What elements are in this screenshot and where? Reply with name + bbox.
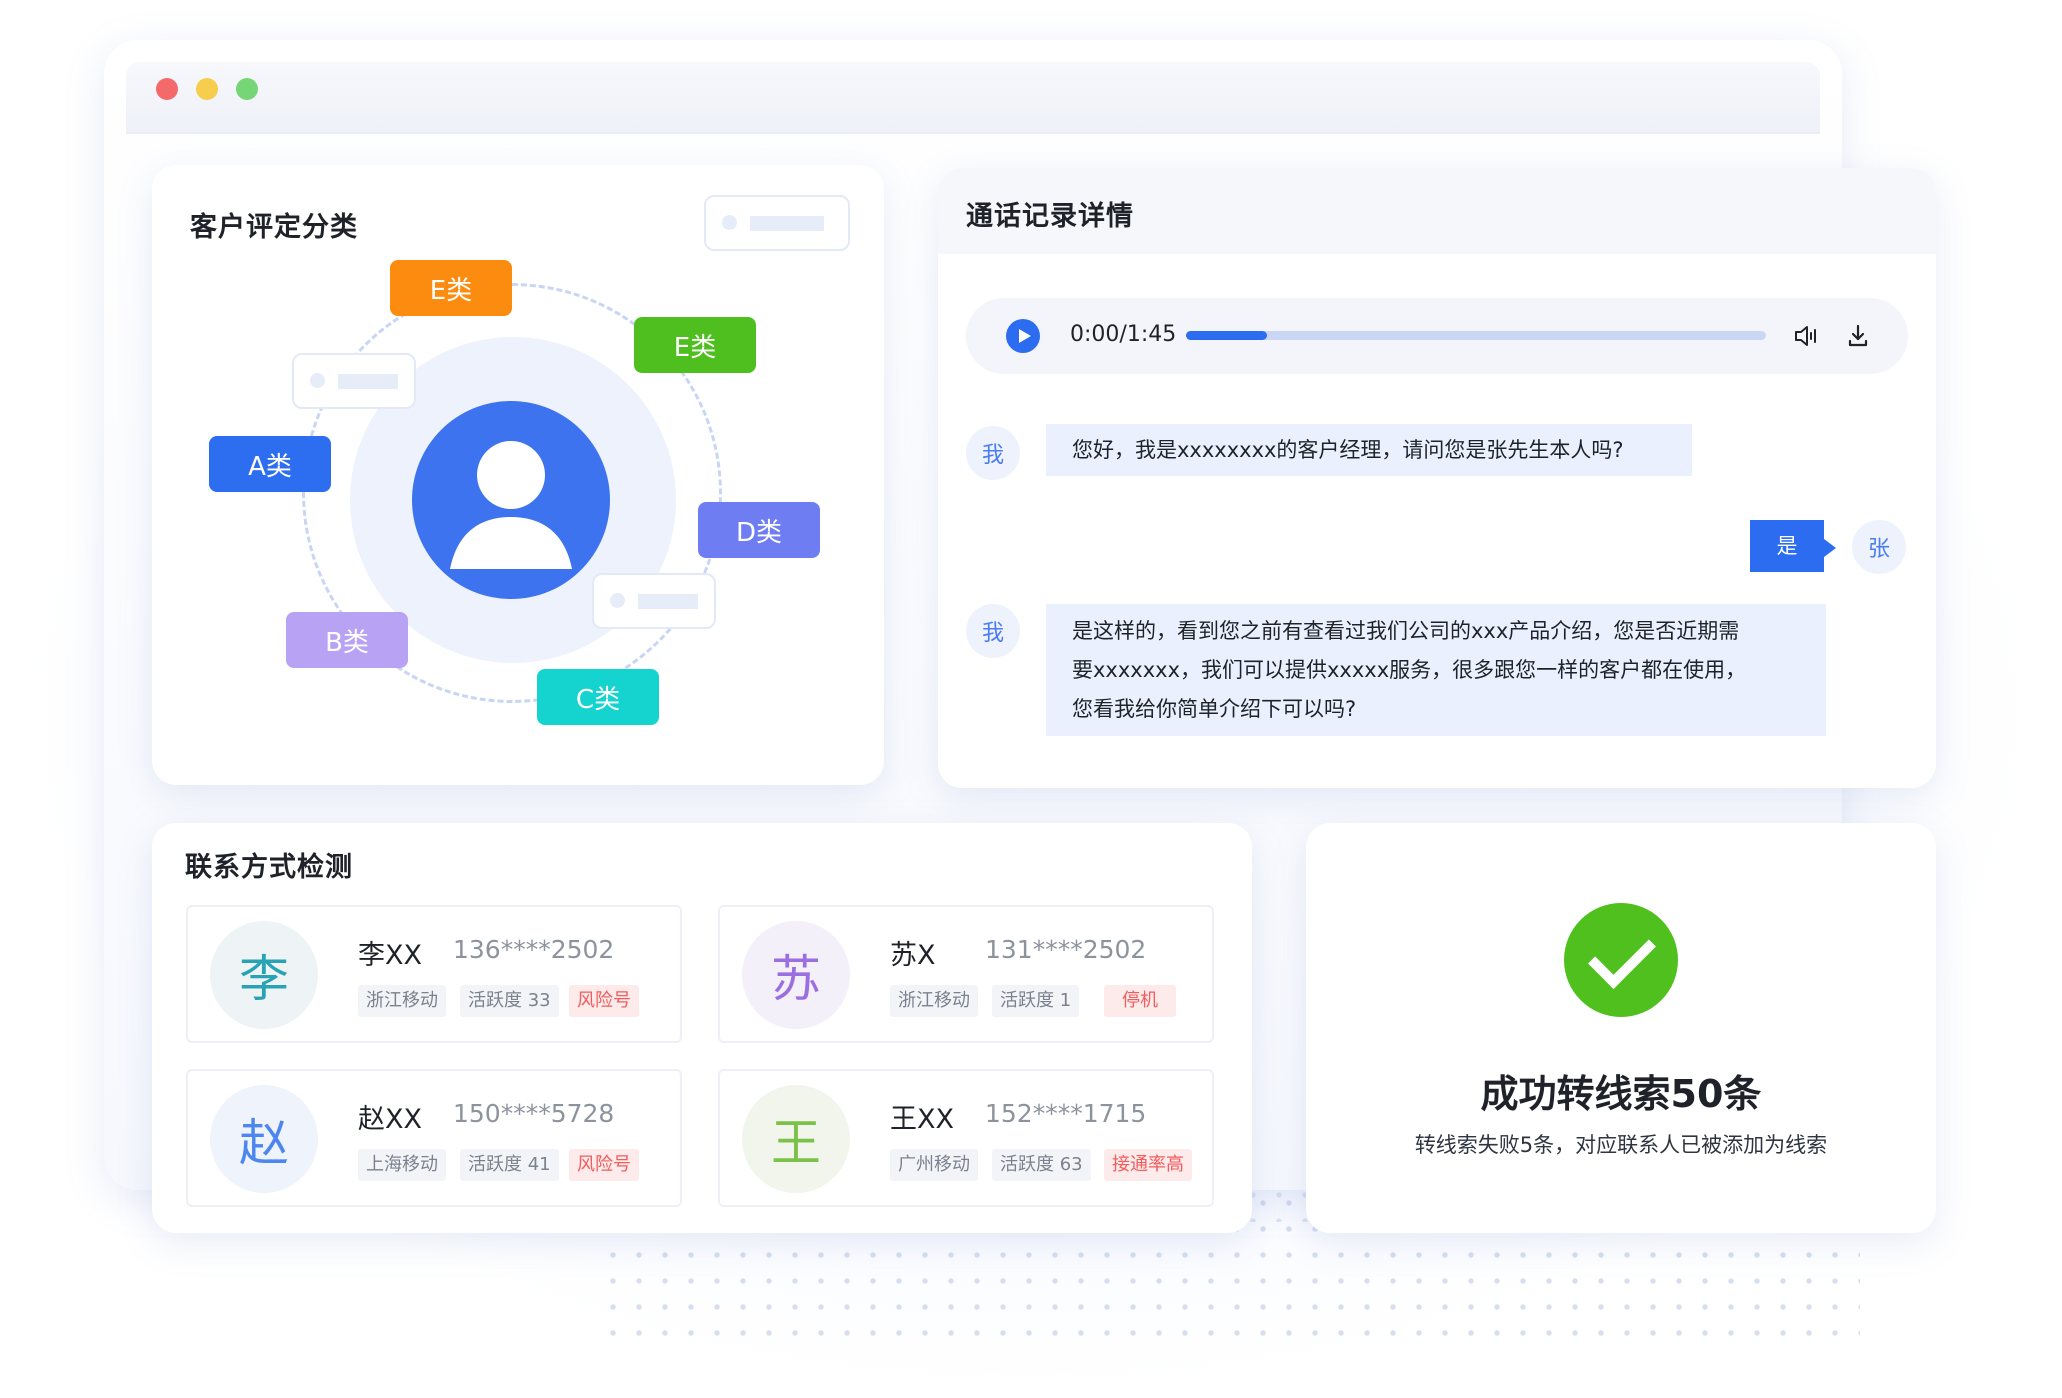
volume-icon[interactable] xyxy=(1792,322,1820,350)
placeholder-chip xyxy=(292,353,416,409)
activity-tag: 活跃度 1 xyxy=(992,985,1080,1017)
contact-avatar: 赵 xyxy=(210,1085,318,1193)
audio-player: 0:00/1:45 xyxy=(966,298,1908,374)
carrier-tag: 广州移动 xyxy=(890,1149,978,1181)
placeholder-chip xyxy=(592,573,716,629)
window-titlebar xyxy=(126,62,1820,134)
activity-tag: 活跃度 41 xyxy=(460,1149,559,1181)
check-circle-icon xyxy=(1564,903,1678,1017)
risk-tag: 风险号 xyxy=(569,1149,639,1181)
call-title: 通话记录详情 xyxy=(966,201,1134,232)
window-minimize-button[interactable] xyxy=(196,78,218,100)
carrier-tag: 上海移动 xyxy=(358,1149,446,1181)
window-close-button[interactable] xyxy=(156,78,178,100)
contact-phone: 136****2502 xyxy=(453,935,615,964)
classify-title: 客户评定分类 xyxy=(190,212,358,243)
contact-name: 王XX xyxy=(890,1104,954,1135)
contact-name: 赵XX xyxy=(358,1104,422,1135)
contact-avatar: 王 xyxy=(742,1085,850,1193)
speaker-avatar-me: 我 xyxy=(966,604,1020,658)
class-badge-a[interactable]: A类 xyxy=(209,436,331,492)
chat-message: 是这样的，看到您之前有查看过我们公司的xxx产品介绍，您是否近期需 要xxxxx… xyxy=(1046,604,1826,736)
call-record-card: 通话记录详情 0:00/1:45 我 您好，我是xxxxxxxx的客户经理，请问… xyxy=(938,168,1936,788)
class-badge-e[interactable]: E类 xyxy=(634,317,756,373)
placeholder-chip xyxy=(704,195,850,251)
contact-avatar: 李 xyxy=(210,921,318,1029)
contact-name: 苏X xyxy=(890,940,936,971)
download-icon[interactable] xyxy=(1844,322,1872,350)
contact-avatar: 苏 xyxy=(742,921,850,1029)
conversion-title: 成功转线索50条 xyxy=(1480,1072,1762,1116)
lead-conversion-card: 成功转线索50条 转线索失败5条，对应联系人已被添加为线索 xyxy=(1306,823,1936,1233)
customer-classification-card: 客户评定分类 E类 E类 A类 D类 B类 C类 xyxy=(152,165,884,785)
contact-item[interactable]: 赵 赵XX 150****5728 上海移动 活跃度 41 风险号 xyxy=(186,1069,682,1207)
contact-item[interactable]: 苏 苏X 131****2502 浙江移动 活跃度 1 停机 xyxy=(718,905,1214,1043)
chat-message-line: 是这样的，看到您之前有查看过我们公司的xxx产品介绍，您是否近期需 xyxy=(1072,619,1740,643)
playback-time: 0:00/1:45 xyxy=(1070,322,1177,347)
class-badge-c[interactable]: C类 xyxy=(537,669,659,725)
risk-tag: 风险号 xyxy=(569,985,639,1017)
chat-reply: 是 xyxy=(1750,520,1836,572)
connect-rate-tag: 接通率高 xyxy=(1104,1149,1192,1181)
speaker-avatar-me: 我 xyxy=(966,426,1020,480)
playback-progress-fill xyxy=(1186,331,1268,340)
contact-item[interactable]: 王 王XX 152****1715 广州移动 活跃度 63 接通率高 xyxy=(718,1069,1214,1207)
chat-message: 您好，我是xxxxxxxx的客户经理，请问您是张先生本人吗? xyxy=(1046,424,1692,476)
user-avatar-icon xyxy=(412,401,610,599)
carrier-tag: 浙江移动 xyxy=(890,985,978,1017)
contact-title: 联系方式检测 xyxy=(185,852,353,883)
carrier-tag: 浙江移动 xyxy=(358,985,446,1017)
playback-progress-bar[interactable] xyxy=(1186,331,1766,340)
speaker-avatar-zhang: 张 xyxy=(1852,520,1906,574)
play-icon[interactable] xyxy=(1006,319,1040,353)
contact-detection-card: 联系方式检测 李 李XX 136****2502 浙江移动 活跃度 33 风险号… xyxy=(152,823,1252,1233)
conversion-subtitle: 转线索失败5条，对应联系人已被添加为线索 xyxy=(1414,1133,1828,1157)
contact-item[interactable]: 李 李XX 136****2502 浙江移动 活跃度 33 风险号 xyxy=(186,905,682,1043)
chat-message-line: 您看我给你简单介绍下可以吗? xyxy=(1072,697,1357,721)
contact-phone: 152****1715 xyxy=(985,1099,1147,1128)
status-tag: 停机 xyxy=(1104,985,1176,1017)
contact-phone: 150****5728 xyxy=(453,1099,615,1128)
class-badge-d[interactable]: D类 xyxy=(698,502,820,558)
activity-tag: 活跃度 63 xyxy=(992,1149,1091,1181)
class-badge-e[interactable]: E类 xyxy=(390,260,512,316)
chat-message-line: 要xxxxxxx，我们可以提供xxxxx服务，很多跟您一样的客户都在使用， xyxy=(1072,658,1747,682)
class-badge-b[interactable]: B类 xyxy=(286,612,408,668)
activity-tag: 活跃度 33 xyxy=(460,985,559,1017)
window-maximize-button[interactable] xyxy=(236,78,258,100)
contact-phone: 131****2502 xyxy=(985,935,1147,964)
contact-name: 李XX xyxy=(358,940,422,971)
